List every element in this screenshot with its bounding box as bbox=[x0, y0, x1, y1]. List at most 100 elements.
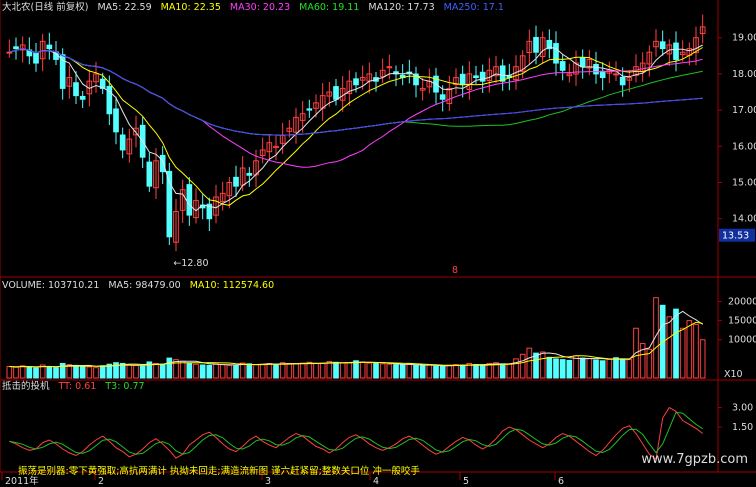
volume-bar bbox=[206, 364, 213, 379]
low-annotation: ←12.80 bbox=[173, 258, 208, 269]
x-tick-label: 5 bbox=[463, 476, 469, 487]
volume-bar bbox=[433, 365, 439, 379]
volume-bar bbox=[413, 364, 419, 379]
candle-body bbox=[459, 73, 466, 86]
candle-body bbox=[619, 76, 626, 86]
volume-bar bbox=[459, 364, 466, 379]
candle-body bbox=[439, 94, 446, 100]
price-tick-label: 19.00 bbox=[732, 33, 756, 44]
volume-bar bbox=[486, 362, 493, 379]
volume-bar bbox=[46, 366, 53, 379]
volume-bar bbox=[219, 364, 226, 379]
footer-description: 振荡是别器:零下黄强取;高抗两满计 执拗未回走;满造流新图 谨六赶紧留;整数关口… bbox=[18, 466, 420, 477]
current-price-label: 13.53 bbox=[722, 231, 749, 242]
candle-body bbox=[613, 73, 619, 76]
price-header: 大北农(日线 前复权) MA5: 22.59 MA10: 22.35 MA30:… bbox=[2, 1, 510, 15]
indicator-tick-label: 3.00 bbox=[732, 403, 753, 414]
volume-bar bbox=[439, 366, 446, 379]
volume-bar bbox=[199, 364, 206, 379]
volume-bar bbox=[559, 359, 566, 379]
candle-body bbox=[46, 44, 53, 50]
price-tick-label: 16.00 bbox=[732, 141, 756, 152]
volume-bar bbox=[179, 360, 186, 379]
volume-bar bbox=[306, 361, 313, 379]
volume-bar bbox=[273, 363, 279, 379]
candle-body bbox=[673, 42, 679, 60]
volume-bar bbox=[26, 366, 33, 379]
volume-bar bbox=[319, 362, 326, 379]
candle-body bbox=[659, 41, 666, 50]
volume-bar bbox=[619, 358, 626, 379]
volume-bar bbox=[553, 358, 559, 379]
volume-ma5-label: MA5: 98479.00 bbox=[108, 280, 181, 291]
ma30-label: MA30: 20.23 bbox=[229, 2, 291, 13]
candle-body bbox=[593, 63, 599, 75]
candle-body bbox=[306, 108, 313, 111]
tt-label: TT: 0.61 bbox=[58, 381, 97, 392]
volume-bar bbox=[133, 364, 139, 379]
volume-bar bbox=[453, 364, 459, 379]
volume-bar bbox=[279, 362, 286, 379]
t3-label: T3: 0.77 bbox=[105, 381, 145, 392]
volume-bar bbox=[359, 361, 366, 379]
volume-bar bbox=[693, 323, 699, 379]
volume-bar bbox=[526, 347, 533, 379]
volume-tick-label: 20000 bbox=[728, 296, 756, 307]
volume-label: VOLUME: 103710.21 bbox=[2, 280, 100, 291]
volume-bar bbox=[419, 365, 426, 379]
volume-bar bbox=[566, 359, 573, 379]
candle-body bbox=[473, 75, 479, 79]
candle-body bbox=[553, 43, 559, 64]
volume-bar bbox=[33, 367, 39, 379]
volume-bar bbox=[313, 362, 319, 379]
x-tick-label: 2 bbox=[98, 476, 104, 487]
volume-bar bbox=[246, 363, 253, 379]
candle-body bbox=[233, 176, 239, 187]
candle-body bbox=[6, 51, 13, 54]
volume-bar bbox=[93, 367, 99, 379]
volume-bar bbox=[386, 363, 393, 379]
volume-bar bbox=[326, 361, 333, 379]
volume-bar bbox=[479, 364, 486, 379]
volume-bar bbox=[539, 351, 546, 379]
volume-bar bbox=[193, 363, 199, 379]
candle-body bbox=[146, 161, 153, 187]
volume-bar bbox=[366, 362, 373, 379]
volume-bar bbox=[626, 359, 633, 379]
volume-bar bbox=[226, 364, 233, 379]
volume-bar bbox=[186, 362, 193, 379]
volume-bar bbox=[373, 362, 379, 379]
volume-ma5-line bbox=[9, 310, 703, 368]
volume-bar bbox=[499, 363, 506, 379]
volume-bar bbox=[6, 366, 13, 379]
volume-bar bbox=[19, 365, 26, 379]
candle-body bbox=[159, 154, 166, 173]
stock-title: 大北农(日线 前复权) bbox=[2, 2, 89, 13]
volume-bar bbox=[79, 366, 86, 379]
volume-bar bbox=[613, 357, 619, 379]
volume-bar bbox=[593, 359, 599, 379]
volume-bar bbox=[666, 316, 673, 379]
volume-bar bbox=[399, 364, 406, 379]
volume-bar bbox=[606, 358, 613, 379]
volume-bar bbox=[213, 363, 219, 379]
event-marker: 8 bbox=[452, 265, 458, 276]
volume-bar bbox=[173, 359, 179, 379]
candle-body bbox=[246, 172, 253, 176]
volume-bar bbox=[573, 355, 579, 379]
volume-bar bbox=[139, 365, 146, 379]
ma60-label: MA60: 19.11 bbox=[299, 2, 360, 13]
candle-body bbox=[533, 36, 539, 53]
candle-body bbox=[186, 184, 193, 216]
volume-bar bbox=[239, 362, 246, 379]
volume-bar bbox=[446, 364, 453, 379]
volume-tick-label: 10000 bbox=[728, 335, 756, 346]
volume-unit-label: X10 bbox=[724, 369, 743, 380]
volume-header: VOLUME: 103710.21 MA5: 98479.00 MA10: 11… bbox=[2, 279, 280, 293]
x-tick-label: 4 bbox=[373, 476, 379, 487]
volume-bar bbox=[13, 366, 19, 379]
volume-bar bbox=[346, 362, 353, 379]
volume-bar bbox=[379, 363, 386, 379]
watermark: www.7gpzb.com bbox=[641, 452, 748, 467]
candle-body bbox=[353, 78, 359, 86]
